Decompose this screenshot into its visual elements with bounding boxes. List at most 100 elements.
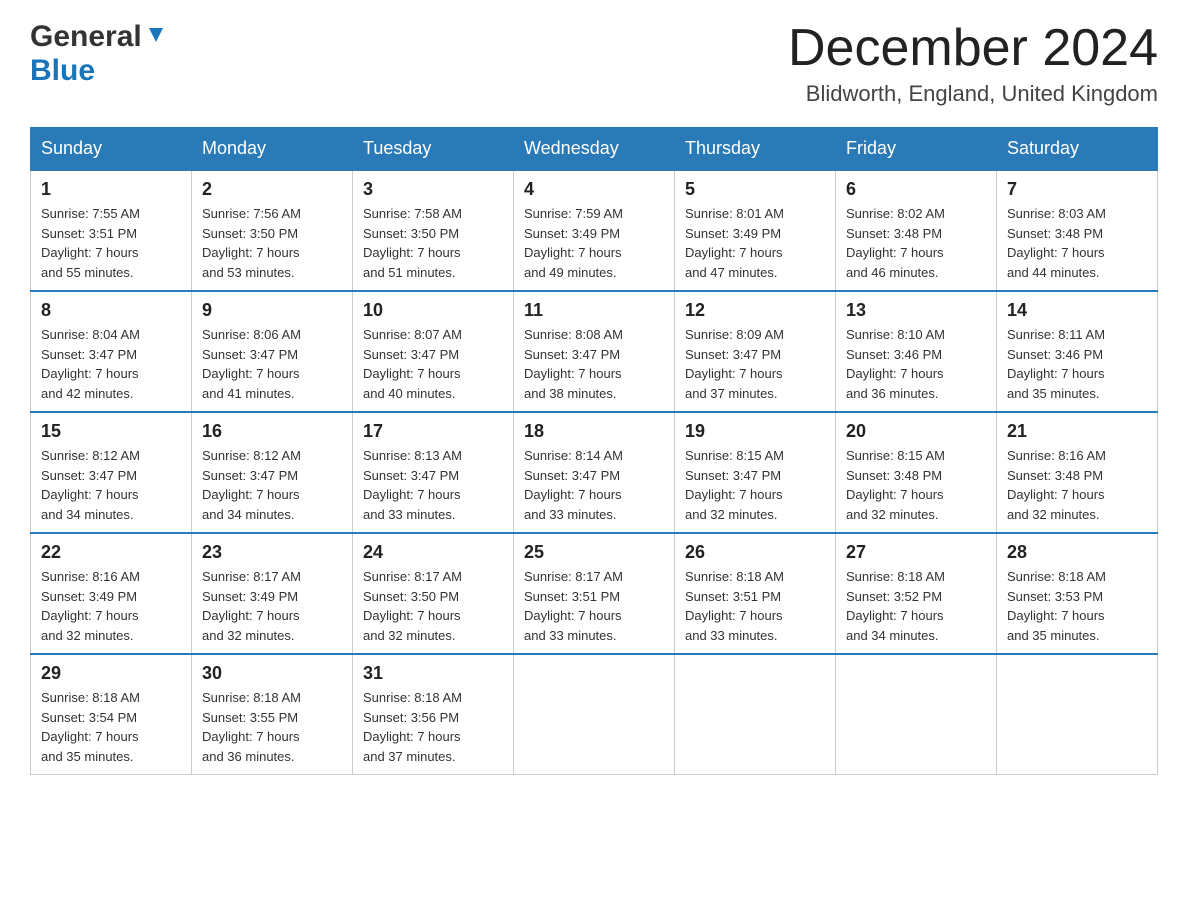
table-row [836,654,997,775]
day-info: Sunrise: 8:18 AMSunset: 3:56 PMDaylight:… [363,688,503,766]
day-number: 5 [685,179,825,200]
day-info: Sunrise: 8:18 AMSunset: 3:53 PMDaylight:… [1007,567,1147,645]
calendar-table: Sunday Monday Tuesday Wednesday Thursday… [30,127,1158,775]
day-info: Sunrise: 8:17 AMSunset: 3:51 PMDaylight:… [524,567,664,645]
table-row: 12 Sunrise: 8:09 AMSunset: 3:47 PMDayligh… [675,291,836,412]
table-row: 20Sunrise: 8:15 AMSunset: 3:48 PMDayligh… [836,412,997,533]
day-number: 24 [363,542,503,563]
table-row: 25Sunrise: 8:17 AMSunset: 3:51 PMDayligh… [514,533,675,654]
table-row: 18Sunrise: 8:14 AMSunset: 3:47 PMDayligh… [514,412,675,533]
day-info: Sunrise: 8:01 AMSunset: 3:49 PMDaylight:… [685,204,825,282]
col-tuesday: Tuesday [353,128,514,171]
day-number: 7 [1007,179,1147,200]
logo-blue-text: Blue [30,54,95,87]
location-text: Blidworth, England, United Kingdom [788,81,1158,107]
day-number: 13 [846,300,986,321]
day-info: Sunrise: 8:16 AMSunset: 3:49 PMDaylight:… [41,567,181,645]
day-info: Sunrise: 8:03 AMSunset: 3:48 PMDaylight:… [1007,204,1147,282]
day-info: Sunrise: 8:02 AMSunset: 3:48 PMDaylight:… [846,204,986,282]
col-saturday: Saturday [997,128,1158,171]
day-info: Sunrise: 8:04 AMSunset: 3:47 PMDaylight:… [41,325,181,403]
calendar-week-row: 29Sunrise: 8:18 AMSunset: 3:54 PMDayligh… [31,654,1158,775]
table-row: 24 Sunrise: 8:17 AMSunset: 3:50 PMDayligh… [353,533,514,654]
day-number: 4 [524,179,664,200]
table-row: 6 Sunrise: 8:02 AMSunset: 3:48 PMDaylight… [836,170,997,291]
day-number: 27 [846,542,986,563]
day-number: 23 [202,542,342,563]
table-row [514,654,675,775]
col-wednesday: Wednesday [514,128,675,171]
day-number: 21 [1007,421,1147,442]
table-row: 8 Sunrise: 8:04 AMSunset: 3:47 PMDaylight… [31,291,192,412]
day-info: Sunrise: 8:16 AMSunset: 3:48 PMDaylight:… [1007,446,1147,524]
col-monday: Monday [192,128,353,171]
day-info: Sunrise: 8:17 AMSunset: 3:49 PMDaylight:… [202,567,342,645]
table-row: 15 Sunrise: 8:12 AMSunset: 3:47 PMDayligh… [31,412,192,533]
day-info: Sunrise: 8:18 AMSunset: 3:52 PMDaylight:… [846,567,986,645]
table-row: 17Sunrise: 8:13 AMSunset: 3:47 PMDayligh… [353,412,514,533]
day-info: Sunrise: 8:12 AMSunset: 3:47 PMDaylight:… [202,446,342,524]
day-number: 12 [685,300,825,321]
table-row: 16Sunrise: 8:12 AMSunset: 3:47 PMDayligh… [192,412,353,533]
calendar-week-row: 22 Sunrise: 8:16 AMSunset: 3:49 PMDayligh… [31,533,1158,654]
day-number: 1 [41,179,181,200]
day-info: Sunrise: 8:10 AMSunset: 3:46 PMDaylight:… [846,325,986,403]
day-number: 10 [363,300,503,321]
table-row: 9 Sunrise: 8:06 AMSunset: 3:47 PMDaylight… [192,291,353,412]
table-row: 19Sunrise: 8:15 AMSunset: 3:47 PMDayligh… [675,412,836,533]
table-row: 22 Sunrise: 8:16 AMSunset: 3:49 PMDayligh… [31,533,192,654]
day-info: Sunrise: 8:17 AMSunset: 3:50 PMDaylight:… [363,567,503,645]
col-friday: Friday [836,128,997,171]
title-block: December 2024 Blidworth, England, United… [788,20,1158,107]
day-number: 14 [1007,300,1147,321]
col-thursday: Thursday [675,128,836,171]
table-row: 13 Sunrise: 8:10 AMSunset: 3:46 PMDayligh… [836,291,997,412]
table-row: 2 Sunrise: 7:56 AMSunset: 3:50 PMDaylight… [192,170,353,291]
day-info: Sunrise: 8:11 AMSunset: 3:46 PMDaylight:… [1007,325,1147,403]
day-number: 8 [41,300,181,321]
day-info: Sunrise: 8:18 AMSunset: 3:51 PMDaylight:… [685,567,825,645]
table-row: 7 Sunrise: 8:03 AMSunset: 3:48 PMDaylight… [997,170,1158,291]
logo-general-text: General [30,20,142,54]
table-row: 10 Sunrise: 8:07 AMSunset: 3:47 PMDayligh… [353,291,514,412]
day-info: Sunrise: 8:08 AMSunset: 3:47 PMDaylight:… [524,325,664,403]
day-number: 2 [202,179,342,200]
day-info: Sunrise: 8:15 AMSunset: 3:48 PMDaylight:… [846,446,986,524]
table-row: 4Sunrise: 7:59 AMSunset: 3:49 PMDaylight… [514,170,675,291]
calendar-week-row: 15 Sunrise: 8:12 AMSunset: 3:47 PMDayligh… [31,412,1158,533]
day-info: Sunrise: 8:07 AMSunset: 3:47 PMDaylight:… [363,325,503,403]
table-row: 29Sunrise: 8:18 AMSunset: 3:54 PMDayligh… [31,654,192,775]
table-row: 26 Sunrise: 8:18 AMSunset: 3:51 PMDayligh… [675,533,836,654]
table-row: 23 Sunrise: 8:17 AMSunset: 3:49 PMDayligh… [192,533,353,654]
logo-arrow-icon [145,24,167,51]
day-info: Sunrise: 8:18 AMSunset: 3:54 PMDaylight:… [41,688,181,766]
table-row: 21 Sunrise: 8:16 AMSunset: 3:48 PMDayligh… [997,412,1158,533]
day-number: 19 [685,421,825,442]
logo: General Blue [30,20,167,88]
day-number: 3 [363,179,503,200]
table-row: 30Sunrise: 8:18 AMSunset: 3:55 PMDayligh… [192,654,353,775]
table-row: 5 Sunrise: 8:01 AMSunset: 3:49 PMDaylight… [675,170,836,291]
day-number: 30 [202,663,342,684]
day-info: Sunrise: 7:55 AMSunset: 3:51 PMDaylight:… [41,204,181,282]
table-row: 27 Sunrise: 8:18 AMSunset: 3:52 PMDayligh… [836,533,997,654]
day-info: Sunrise: 8:06 AMSunset: 3:47 PMDaylight:… [202,325,342,403]
day-number: 28 [1007,542,1147,563]
day-number: 26 [685,542,825,563]
day-info: Sunrise: 8:09 AMSunset: 3:47 PMDaylight:… [685,325,825,403]
table-row: 3 Sunrise: 7:58 AMSunset: 3:50 PMDaylight… [353,170,514,291]
day-info: Sunrise: 7:56 AMSunset: 3:50 PMDaylight:… [202,204,342,282]
page-header: General Blue December 2024 Blidworth, En… [30,20,1158,107]
day-number: 9 [202,300,342,321]
day-number: 6 [846,179,986,200]
table-row: 1 Sunrise: 7:55 AMSunset: 3:51 PMDaylight… [31,170,192,291]
col-sunday: Sunday [31,128,192,171]
day-number: 22 [41,542,181,563]
day-number: 15 [41,421,181,442]
table-row [675,654,836,775]
day-info: Sunrise: 8:12 AMSunset: 3:47 PMDaylight:… [41,446,181,524]
day-number: 31 [363,663,503,684]
calendar-week-row: 1 Sunrise: 7:55 AMSunset: 3:51 PMDaylight… [31,170,1158,291]
day-info: Sunrise: 7:58 AMSunset: 3:50 PMDaylight:… [363,204,503,282]
month-title: December 2024 [788,20,1158,77]
